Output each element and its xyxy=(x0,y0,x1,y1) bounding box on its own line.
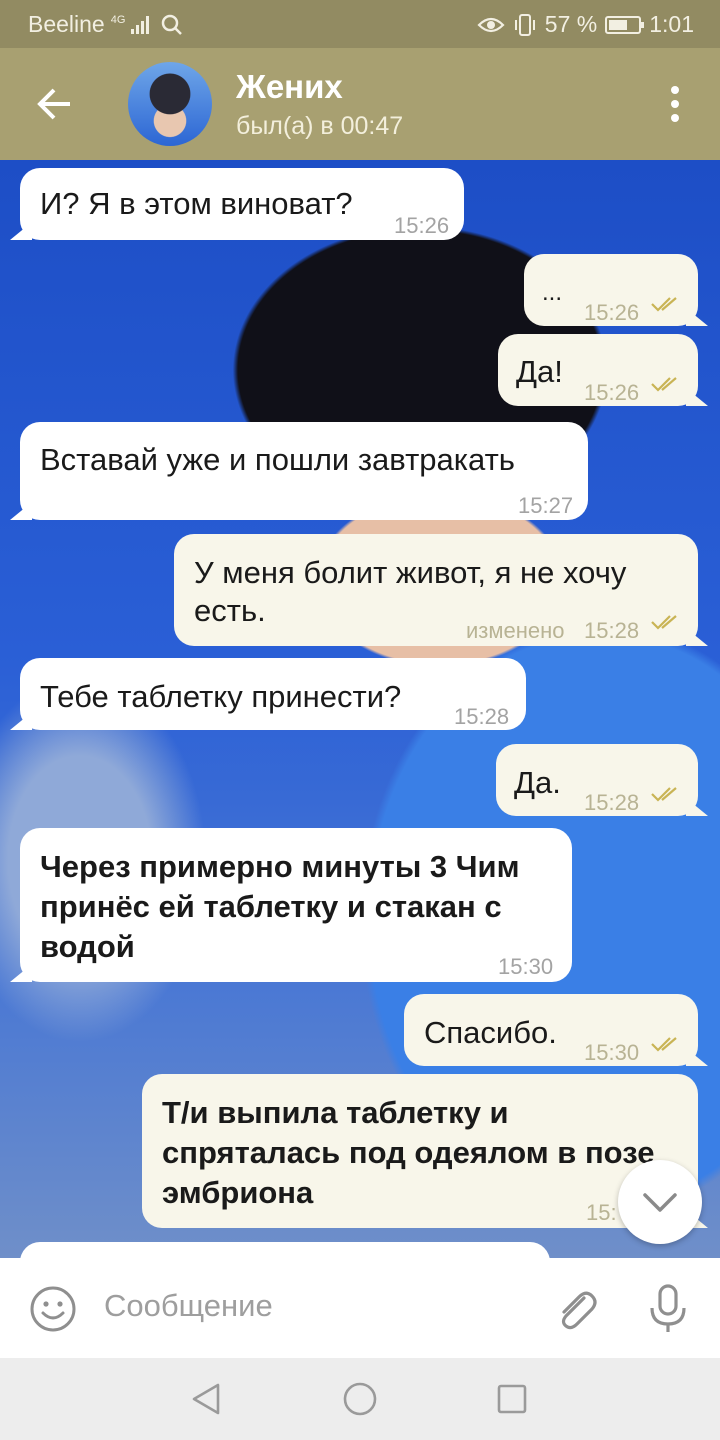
carrier-label: Beeline xyxy=(28,11,105,37)
message-time: 15:28 xyxy=(584,790,640,815)
scroll-down-button[interactable] xyxy=(618,1160,702,1244)
battery-icon xyxy=(605,15,645,34)
clock: 1:01 xyxy=(649,11,694,37)
message-list[interactable]: И? Я в этом виноват? 15:26 ... 15:26 Да!… xyxy=(0,160,720,1258)
nav-home-icon[interactable] xyxy=(342,1381,378,1417)
avatar[interactable] xyxy=(128,62,212,146)
read-check-icon xyxy=(651,377,677,392)
message-time: 15:28 xyxy=(454,704,510,729)
message-outgoing[interactable]: Да! 15:26 xyxy=(498,334,698,406)
message-time: 15:26 xyxy=(584,300,640,325)
microphone-icon[interactable] xyxy=(646,1282,690,1336)
message-incoming[interactable]: Через примерно минуты 3 Чим принёс ей та… xyxy=(20,828,572,982)
message-outgoing[interactable]: ... 15:26 xyxy=(524,254,698,326)
eye-icon xyxy=(477,17,505,32)
more-vert-icon[interactable] xyxy=(670,86,680,122)
signal-icon xyxy=(131,15,150,34)
status-bar: Beeline 4G 57 % 1:01 xyxy=(0,0,720,48)
emoji-icon[interactable] xyxy=(28,1284,78,1334)
chat-header: Жених был(а) в 00:47 xyxy=(0,48,720,160)
message-time: 15:26 xyxy=(584,380,640,405)
message-outgoing[interactable]: Спасибо. 15:30 xyxy=(404,994,698,1066)
message-time: 15: xyxy=(586,1200,617,1225)
network-type: 4G xyxy=(110,13,126,26)
message-outgoing[interactable]: У меня болит живот, я не хочу есть. изме… xyxy=(174,534,698,646)
message-time: 15:30 xyxy=(584,1040,640,1065)
message-composer: Сообщение xyxy=(0,1258,720,1358)
read-check-icon xyxy=(651,615,677,630)
last-seen-status: был(а) в 00:47 xyxy=(236,112,404,140)
message-outgoing[interactable]: Да. 15:28 xyxy=(496,744,698,816)
arrow-left-icon[interactable] xyxy=(34,84,74,124)
nav-back-icon[interactable] xyxy=(188,1381,224,1417)
vibrate-icon xyxy=(514,13,535,36)
message-time: 15:28 xyxy=(584,618,640,643)
message-time: 15:30 xyxy=(498,954,554,979)
edited-label: изменено xyxy=(466,618,565,643)
contact-name[interactable]: Жених xyxy=(236,68,343,106)
search-icon xyxy=(162,14,183,35)
message-outgoing[interactable]: Т/и выпила таблетку и спряталась под оде… xyxy=(142,1074,698,1228)
message-incoming[interactable]: И? Я в этом виноват? 15:26 xyxy=(20,168,464,240)
read-check-icon xyxy=(651,297,677,312)
read-check-icon xyxy=(651,1037,677,1052)
battery-percent: 57 % xyxy=(544,11,598,37)
message-time: 15:26 xyxy=(394,213,450,238)
paperclip-icon[interactable] xyxy=(552,1286,600,1334)
read-check-icon xyxy=(651,787,677,802)
chevron-down-icon xyxy=(643,1193,677,1212)
message-incoming[interactable]: Вставай уже и пошли завтракать 15:27 xyxy=(20,422,588,520)
message-time: 15:27 xyxy=(518,493,574,518)
nav-recents-icon[interactable] xyxy=(494,1381,530,1417)
system-nav-bar xyxy=(0,1358,720,1440)
message-input[interactable]: Сообщение xyxy=(104,1288,273,1324)
message-incoming[interactable] xyxy=(20,1242,550,1258)
message-incoming[interactable]: Тебе таблетку принести? 15:28 xyxy=(20,658,526,730)
